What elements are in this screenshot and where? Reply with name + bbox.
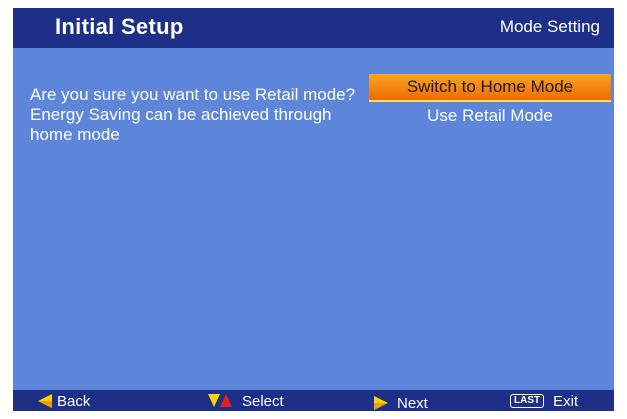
back-hint[interactable]: Back: [38, 392, 90, 410]
mode-options-menu: Switch to Home Mode Use Retail Mode: [369, 74, 611, 130]
exit-label: Exit: [553, 392, 579, 410]
select-hint[interactable]: Select: [208, 392, 284, 410]
next-hint[interactable]: Next: [374, 394, 428, 411]
back-label: Back: [57, 392, 91, 410]
use-retail-mode-option[interactable]: Use Retail Mode: [369, 102, 611, 130]
up-down-arrows-icon: [208, 394, 232, 407]
next-label: Next: [397, 394, 428, 412]
confirmation-message: Are you sure you want to use Retail mode…: [30, 85, 356, 144]
page-subtitle: Mode Setting: [499, 17, 600, 36]
left-arrow-icon: [38, 394, 52, 408]
right-arrow-icon: [374, 396, 388, 410]
setup-screen: Initial Setup Mode Setting Are you sure …: [13, 8, 614, 411]
header-bar: Initial Setup Mode Setting: [13, 8, 614, 48]
switch-to-home-mode-option[interactable]: Switch to Home Mode: [369, 74, 611, 102]
footer-bar: Back Select Next LAST Exit: [13, 390, 614, 411]
select-label: Select: [242, 392, 284, 410]
last-key-icon: LAST: [510, 394, 545, 408]
exit-hint[interactable]: LAST Exit: [510, 392, 578, 410]
page-title: Initial Setup: [55, 14, 184, 39]
